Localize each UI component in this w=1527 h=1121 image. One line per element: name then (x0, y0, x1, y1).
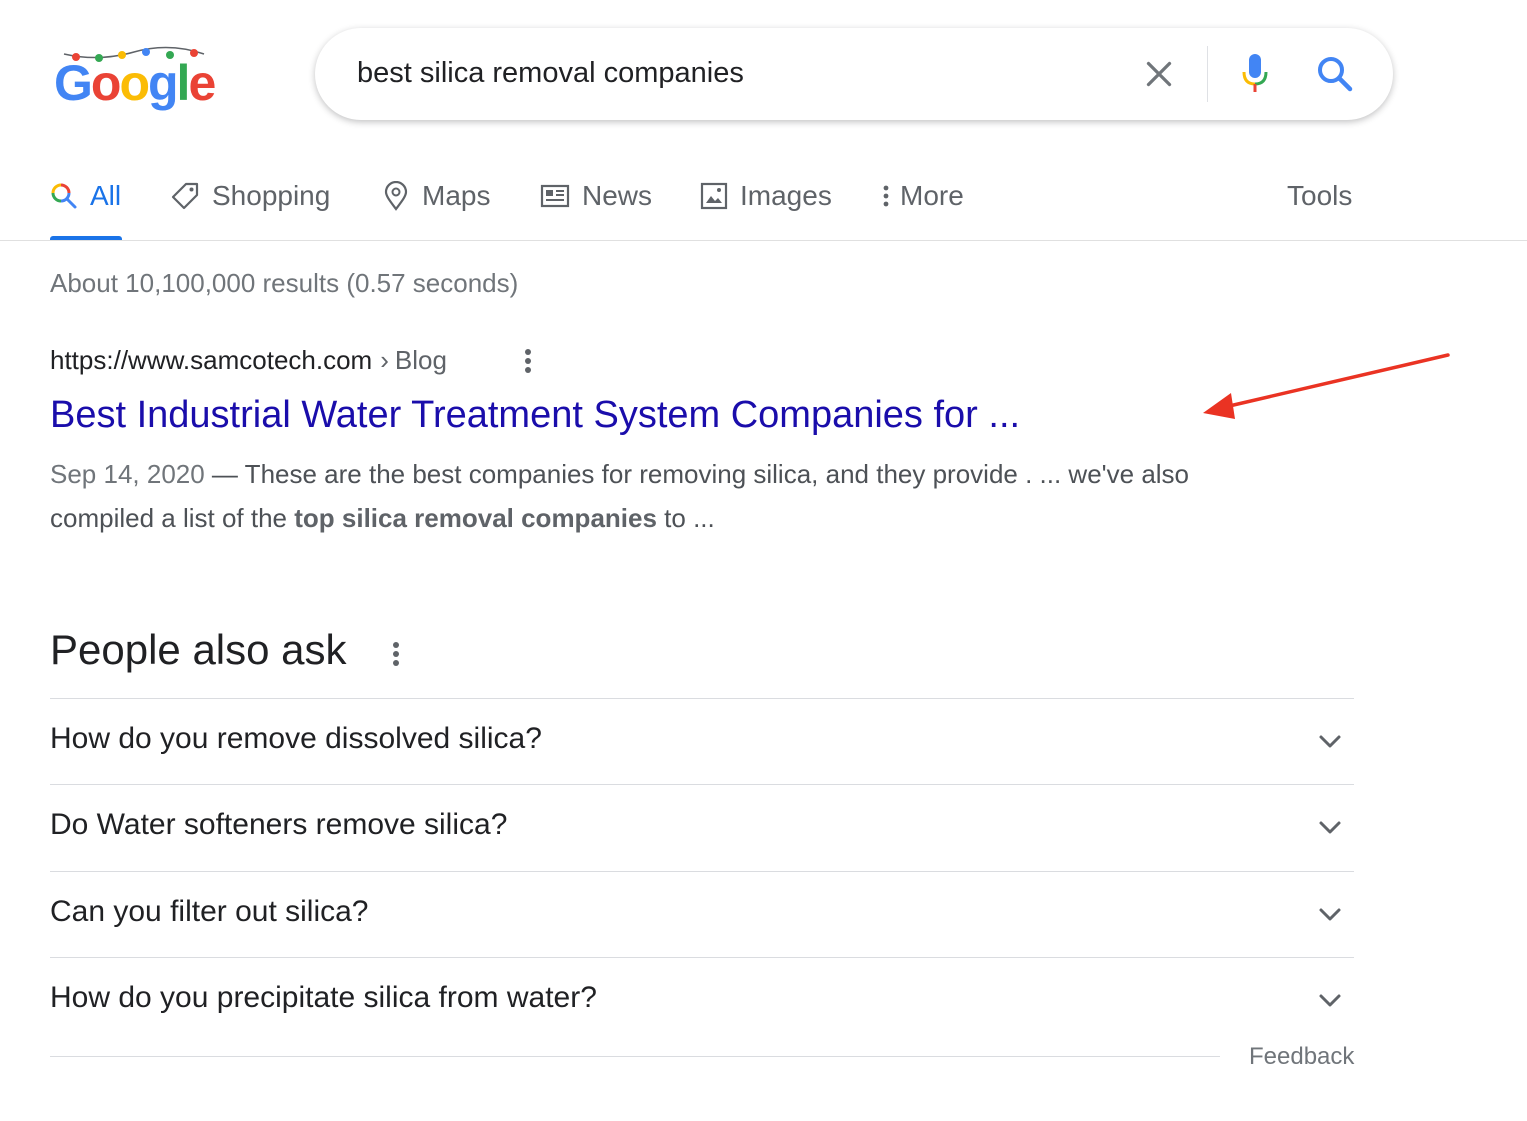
logo-letter: e (188, 55, 216, 111)
chevron-down-icon[interactable] (1316, 900, 1344, 928)
tab-label: News (582, 180, 653, 211)
paa-question[interactable]: Do Water softeners remove silica? (50, 784, 1354, 871)
tab-label: All (90, 180, 122, 211)
chevron-down-icon[interactable] (1316, 813, 1344, 841)
tag-icon (171, 182, 199, 210)
snippet-text-end: to ... (656, 503, 715, 533)
result-options-icon[interactable] (524, 347, 532, 375)
annotation-arrow-icon (1203, 353, 1450, 419)
paa-options-icon[interactable] (392, 640, 400, 668)
result-breadcrumb[interactable]: https://www.samcotech.com › Blog (50, 345, 447, 376)
result-date: Sep 14, 2020 (50, 459, 205, 489)
search-icon (51, 183, 77, 209)
tab-images[interactable]: Images (700, 180, 832, 212)
paa-question[interactable]: Can you filter out silica? (50, 871, 1354, 957)
logo-wordmark: Google (54, 55, 216, 111)
close-icon[interactable] (1141, 56, 1177, 92)
paa-question[interactable]: How do you remove dissolved silica? (50, 698, 1354, 784)
people-also-ask-list: How do you remove dissolved silica? Do W… (50, 698, 1354, 1056)
paa-question[interactable]: How do you precipitate silica from water… (50, 957, 1354, 1056)
result-stats: About 10,100,000 results (0.57 seconds) (50, 268, 519, 298)
chevron-down-icon[interactable] (1316, 727, 1344, 755)
tools-button[interactable]: Tools (1287, 180, 1352, 212)
result-title-link[interactable]: Best Industrial Water Treatment System C… (50, 394, 1020, 437)
search-input[interactable]: best silica removal companies (357, 56, 744, 90)
paa-question-text: How do you remove dissolved silica? (50, 722, 542, 755)
searchbox-divider (1207, 46, 1208, 102)
tab-label: More (900, 180, 964, 211)
tools-label: Tools (1287, 180, 1353, 211)
result-path: Blog (394, 345, 447, 375)
result-snippet: Sep 14, 2020 — These are the best compan… (50, 452, 1250, 540)
map-pin-icon (384, 181, 408, 211)
tabs-divider (0, 240, 1527, 241)
search-tabs: All Shopping Maps News Images More Tools (50, 170, 1380, 242)
tab-all[interactable]: All (50, 180, 121, 212)
google-logo[interactable]: Google (54, 44, 224, 110)
tab-label: Images (740, 180, 832, 211)
tab-label: Shopping (212, 180, 331, 211)
microphone-icon[interactable] (1240, 52, 1270, 96)
breadcrumb-separator: › (380, 345, 389, 375)
logo-letter: o (90, 55, 122, 111)
image-icon (700, 182, 728, 210)
snippet-highlight: top silica removal companies (294, 503, 657, 533)
result-url: https://www.samcotech.com (50, 345, 373, 375)
tab-label: Maps (422, 180, 491, 211)
feedback-link[interactable]: Feedback (1249, 1043, 1354, 1071)
logo-letter: G (54, 55, 93, 111)
logo-letter: g (148, 55, 179, 111)
tab-more[interactable]: More (880, 180, 964, 212)
search-icon[interactable] (1315, 54, 1355, 94)
logo-letter: l (176, 55, 191, 111)
paa-question-text: Can you filter out silica? (50, 895, 369, 928)
chevron-down-icon[interactable] (1316, 986, 1344, 1014)
paa-bottom-divider (50, 1056, 1220, 1057)
vertical-dots-icon (883, 185, 889, 207)
newspaper-icon (540, 184, 570, 208)
logo-letter: o (119, 55, 150, 111)
tab-shopping[interactable]: Shopping (170, 180, 330, 212)
paa-question-text: Do Water softeners remove silica? (50, 808, 508, 841)
tab-news[interactable]: News (540, 180, 652, 212)
paa-question-text: How do you precipitate silica from water… (50, 981, 597, 1014)
search-box[interactable]: best silica removal companies (315, 28, 1393, 120)
people-also-ask-heading: People also ask (50, 626, 347, 673)
tab-maps[interactable]: Maps (382, 180, 490, 212)
